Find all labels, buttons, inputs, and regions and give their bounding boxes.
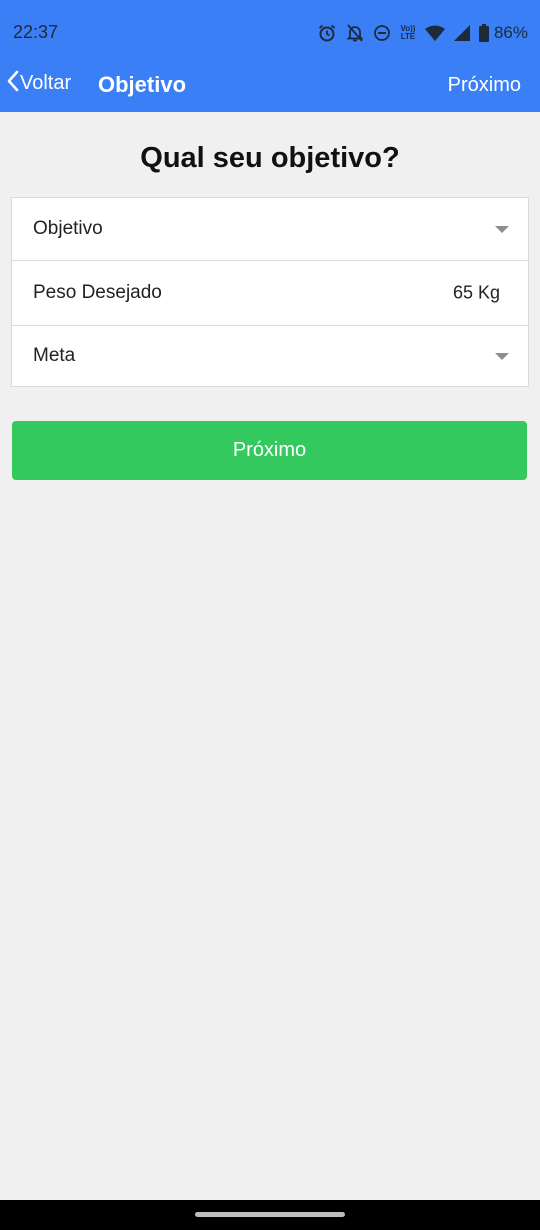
volte-text-bottom: LTE <box>400 32 416 41</box>
status-time: 22:37 <box>13 22 59 42</box>
desired-weight-value[interactable]: 65 Kg <box>453 283 500 304</box>
next-button-label: Próximo <box>232 439 307 461</box>
objective-label: Objetivo <box>33 218 103 239</box>
desired-weight-row[interactable]: Peso Desejado 65 Kg <box>12 261 528 326</box>
goal-label: Meta <box>33 345 76 366</box>
goal-select[interactable]: Meta <box>12 326 528 386</box>
objective-select[interactable]: Objetivo <box>12 198 528 261</box>
battery-percent: 86% <box>493 23 528 42</box>
bell-off-icon <box>346 23 364 43</box>
alarm-icon <box>317 23 337 43</box>
nav-title: Objetivo <box>98 72 187 97</box>
goal-form: Objetivo Peso Desejado 65 Kg Meta <box>11 197 529 387</box>
desired-weight-label: Peso Desejado <box>33 282 162 303</box>
signal-icon <box>453 25 470 41</box>
wifi-icon <box>424 25 445 41</box>
next-button[interactable]: Próximo <box>12 421 527 480</box>
status-icons: Vo)) LTE 86% <box>317 22 528 44</box>
volte-icon: Vo)) LTE <box>400 25 416 41</box>
battery-icon <box>478 24 489 42</box>
chevron-left-icon <box>6 70 20 97</box>
navigation-bar: Voltar Objetivo Próximo <box>0 66 540 106</box>
caret-down-icon <box>495 353 509 360</box>
caret-down-icon <box>495 226 509 233</box>
status-bar: 22:37 Vo)) LTE 86% <box>0 0 540 66</box>
back-button[interactable]: Voltar <box>6 70 71 97</box>
page-title: Qual seu objetivo? <box>140 142 400 174</box>
home-indicator[interactable] <box>195 1212 345 1217</box>
next-link[interactable]: Próximo <box>448 74 521 97</box>
app-header: 22:37 Vo)) LTE 86% Voltar Objetivo Próxi… <box>0 0 540 112</box>
do-not-disturb-icon <box>373 24 391 42</box>
system-navigation-bar <box>0 1200 540 1230</box>
back-label: Voltar <box>20 72 72 94</box>
